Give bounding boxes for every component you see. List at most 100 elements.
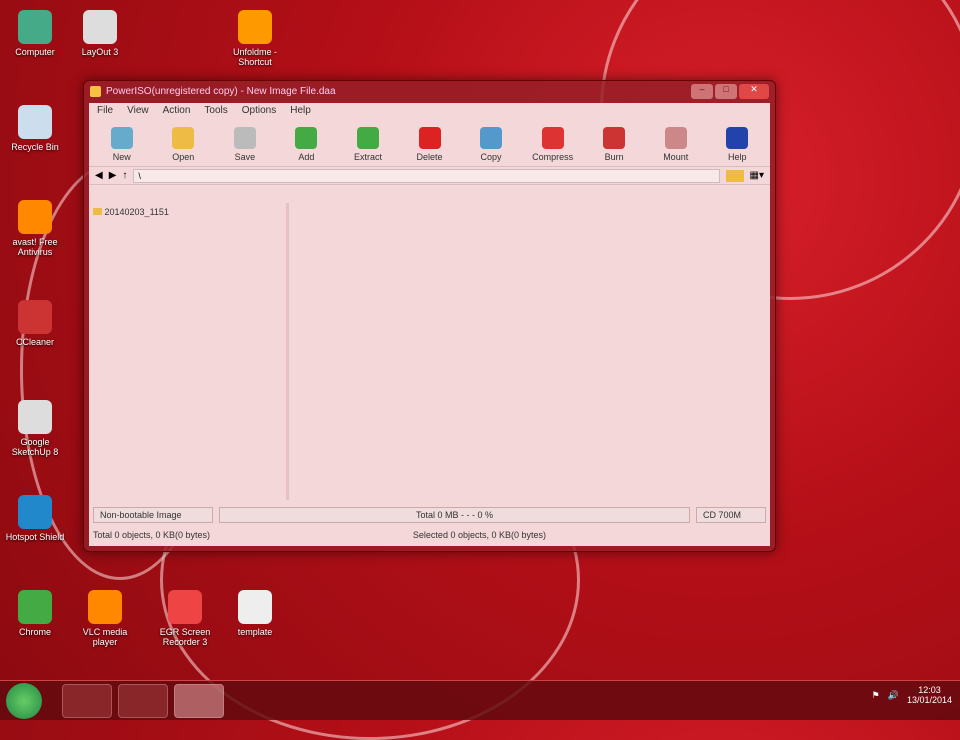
toolbar-help-button[interactable]: Help: [708, 127, 766, 166]
desktop-icon-label: Unfoldme - Shortcut: [232, 47, 277, 67]
poweriso-app-icon: [90, 86, 101, 97]
taskbar-media[interactable]: [118, 683, 168, 718]
toolbar-label: Mount: [663, 152, 689, 162]
desktop-icon-label: Google SketchUp 8: [11, 437, 59, 457]
app-icon: [238, 10, 272, 44]
system-tray: ⚑ 🔊 12:03 13/01/2014: [872, 685, 952, 705]
toolbar-label: Save: [234, 152, 256, 162]
clock-date: 13/01/2014: [906, 695, 952, 705]
clock[interactable]: 12:03 13/01/2014: [907, 685, 952, 705]
tree-item-label: 20140203_1151: [104, 207, 169, 217]
menu-action[interactable]: Action: [163, 105, 191, 117]
folder-view-icon[interactable]: [725, 169, 744, 182]
desktop-icon-label: EGR Screen Recorder 3: [159, 627, 211, 647]
menu-help[interactable]: Help: [290, 105, 311, 117]
menu-tools[interactable]: Tools: [204, 105, 227, 117]
toolbar-burn-button[interactable]: Burn: [585, 127, 643, 166]
app-icon: [18, 590, 52, 624]
volume-icon[interactable]: 🔊: [888, 690, 899, 701]
taskbar-maxthon[interactable]: [62, 683, 112, 718]
open-icon: [172, 127, 195, 149]
desktop-icon[interactable]: Hotspot Shield: [0, 495, 70, 542]
desktop-icon-label: avast! Free Antivirus: [12, 237, 58, 257]
app-icon: [18, 400, 52, 434]
desktop-icon-label: Chrome: [18, 627, 51, 637]
path-input[interactable]: \: [133, 168, 720, 183]
toolbar-add-button[interactable]: Add: [278, 127, 336, 166]
desktop-icon[interactable]: VLC media player: [70, 590, 140, 647]
desktop-icon[interactable]: Chrome: [0, 590, 70, 637]
desktop-icon[interactable]: Recycle Bin: [0, 105, 70, 152]
image-type-button[interactable]: Non-bootable Image: [93, 507, 213, 523]
poweriso-window: PowerISO(unregistered copy) - New Image …: [83, 80, 776, 552]
desktop-icon-label: template: [237, 627, 273, 637]
burn-icon: [603, 127, 626, 149]
minimize-button[interactable]: –: [691, 84, 713, 99]
app-icon: [18, 105, 52, 139]
folder-tree: 20140203_1151: [89, 203, 289, 500]
back-icon[interactable]: ◀: [95, 170, 103, 181]
toolbar-compress-button[interactable]: Compress: [524, 127, 582, 166]
app-icon: [88, 590, 122, 624]
extract-icon: [356, 127, 379, 149]
toolbar-open-button[interactable]: Open: [155, 127, 213, 166]
toolbar-label: Add: [298, 152, 315, 162]
desktop-icon[interactable]: EGR Screen Recorder 3: [150, 590, 220, 647]
up-icon[interactable]: ↑: [122, 170, 127, 181]
desktop-icon-label: Recycle Bin: [11, 142, 59, 152]
maximize-button[interactable]: □: [715, 84, 737, 99]
desktop-icon[interactable]: template: [220, 590, 290, 637]
app-icon: [18, 495, 52, 529]
toolbar-label: Extract: [353, 152, 382, 162]
close-button[interactable]: ✕: [739, 84, 769, 99]
desktop-icon[interactable]: LayOut 3: [65, 10, 135, 57]
desktop-icon[interactable]: Computer: [0, 10, 70, 57]
toolbar-copy-button[interactable]: Copy: [462, 127, 520, 166]
toolbar-label: Delete: [416, 152, 443, 162]
start-button[interactable]: [6, 682, 42, 719]
file-list[interactable]: [289, 203, 770, 500]
desktop-icon[interactable]: Unfoldme - Shortcut: [220, 10, 290, 67]
address-bar: ◀ ▶ ↑ \ ▦▾: [89, 167, 770, 185]
toolbar-extract-button[interactable]: Extract: [339, 127, 397, 166]
save-icon: [233, 127, 256, 149]
menu-bar: File View Action Tools Options Help: [89, 103, 770, 119]
desktop-icon-label: Hotspot Shield: [5, 532, 65, 542]
toolbar-delete-button[interactable]: Delete: [401, 127, 459, 166]
toolbar-save-button[interactable]: Save: [216, 127, 274, 166]
toolbar-mount-button[interactable]: Mount: [647, 127, 705, 166]
tree-item[interactable]: 20140203_1151: [93, 207, 282, 217]
menu-options[interactable]: Options: [242, 105, 276, 117]
taskbar: ⚑ 🔊 12:03 13/01/2014: [0, 680, 960, 720]
window-title: PowerISO(unregistered copy) - New Image …: [106, 86, 336, 97]
toolbar-label: Help: [727, 152, 747, 162]
taskbar-poweriso[interactable]: [174, 683, 224, 718]
title-bar[interactable]: PowerISO(unregistered copy) - New Image …: [84, 81, 775, 103]
menu-file[interactable]: File: [97, 105, 113, 117]
desktop-icon-label: CCleaner: [15, 337, 55, 347]
new-icon: [110, 127, 133, 149]
mount-icon: [664, 127, 687, 149]
flag-icon[interactable]: ⚑: [872, 690, 880, 701]
app-icon: [18, 300, 52, 334]
toolbar-label: Compress: [532, 152, 574, 162]
desktop-icon[interactable]: avast! Free Antivirus: [0, 200, 70, 257]
media-size-select[interactable]: CD 700M: [696, 507, 766, 523]
toolbar: New Open Save Add Extract Delete Copy Compress B…: [89, 119, 770, 167]
copy-icon: [480, 127, 503, 149]
menu-view[interactable]: View: [127, 105, 149, 117]
toolbar-new-button[interactable]: New: [93, 127, 151, 166]
app-icon: [18, 10, 52, 44]
toolbar-label: Open: [172, 152, 195, 162]
view-mode-icon[interactable]: ▦▾: [750, 170, 764, 181]
desktop-icon[interactable]: CCleaner: [0, 300, 70, 347]
folder-icon: [93, 208, 102, 215]
capacity-bar: Total 0 MB - - - 0 %: [219, 507, 690, 523]
forward-icon[interactable]: ▶: [109, 170, 117, 181]
toolbar-label: Burn: [604, 152, 624, 162]
clock-time: 12:03: [918, 685, 941, 695]
add-icon: [295, 127, 318, 149]
help-icon: [726, 127, 749, 149]
delete-icon: [418, 127, 441, 149]
desktop-icon[interactable]: Google SketchUp 8: [0, 400, 70, 457]
